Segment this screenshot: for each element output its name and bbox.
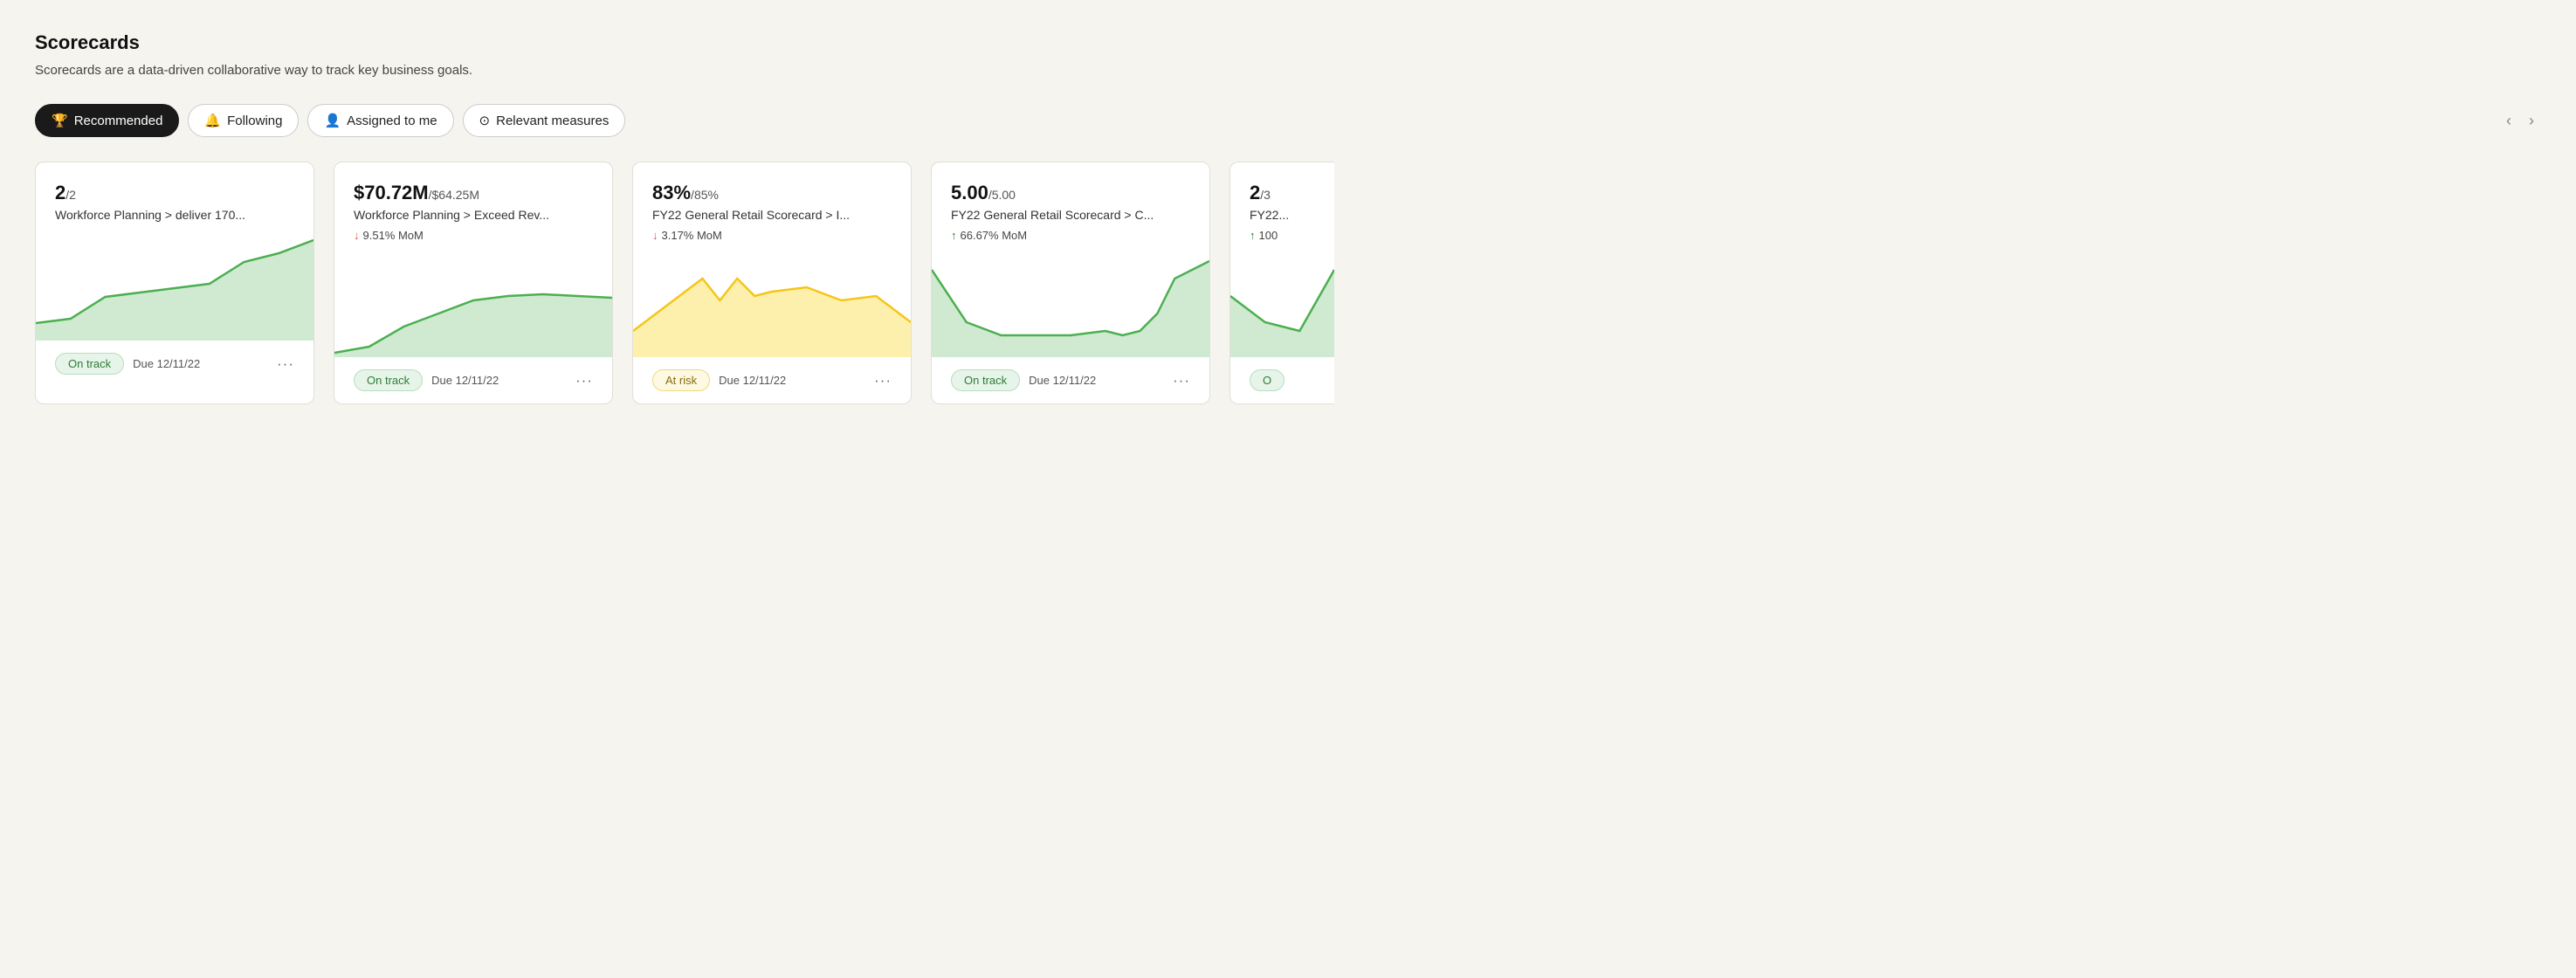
card-header-4: 5.00/5.00 [951,182,1190,204]
status-badge-5: O [1250,369,1285,391]
scorecard-card-4: 5.00/5.00 FY22 General Retail Scorecard … [931,162,1210,404]
card-value-main-5: 2 [1250,182,1260,203]
card-value-main-2: $70.72M [354,182,429,203]
tab-relevant[interactable]: ⊙ Relevant measures [463,104,626,137]
page-title: Scorecards [35,31,2541,54]
card-more-3[interactable]: ··· [874,372,892,389]
card-footer-3: At risk Due 12/11/22 ··· [652,359,892,403]
card-value-main-4: 5.00 [951,182,988,203]
card-value-main-3: 83% [652,182,691,203]
prev-button[interactable]: ‹ [2499,108,2518,134]
chart-area-2 [334,252,612,357]
status-badge-1: On track [55,353,124,375]
card-header-2: $70.72M/$64.25M [354,182,593,204]
cards-row: 2/2 Workforce Planning > deliver 170... … [35,162,2541,404]
status-badge-2: On track [354,369,423,391]
card-more-1[interactable]: ··· [277,355,294,373]
chart-area-4 [932,252,1209,357]
down-arrow-icon-3: ↓ [652,229,658,242]
down-arrow-icon-2: ↓ [354,229,360,242]
card-value-main-1: 2 [55,182,65,203]
scorecard-card-5: 2/3 FY22... ↑ 100 O [1229,162,1334,404]
card-title-2: Workforce Planning > Exceed Rev... [354,208,593,222]
scorecard-card-1: 2/2 Workforce Planning > deliver 170... … [35,162,314,404]
circle-icon: ⊙ [479,113,491,128]
card-title-3: FY22 General Retail Scorecard > I... [652,208,892,222]
card-due-1: Due 12/11/22 [133,357,200,370]
card-mom-3: ↓ 3.17% MoM [652,229,892,242]
card-more-2[interactable]: ··· [575,372,593,389]
chart-area-1 [36,236,313,341]
card-footer-2: On track Due 12/11/22 ··· [354,359,593,403]
card-value-sub-5: 3 [1264,188,1271,202]
nav-arrows: ‹ › [2499,108,2541,134]
card-value-sub-1: 2 [69,188,76,202]
status-badge-4: On track [951,369,1020,391]
next-button[interactable]: › [2522,108,2541,134]
card-due-4: Due 12/11/22 [1029,374,1096,387]
up-arrow-icon-5: ↑ [1250,229,1256,242]
page-subtitle: Scorecards are a data-driven collaborati… [35,63,2541,78]
card-value-sub-3: 85% [694,188,719,202]
card-mom-4: ↑ 66.67% MoM [951,229,1190,242]
scorecard-card-2: $70.72M/$64.25M Workforce Planning > Exc… [334,162,613,404]
card-title-4: FY22 General Retail Scorecard > C... [951,208,1190,222]
up-arrow-icon-4: ↑ [951,229,957,242]
trophy-icon: 🏆 [52,113,68,128]
scorecard-card-3: 83%/85% FY22 General Retail Scorecard > … [632,162,912,404]
tabs-row: 🏆 Recommended 🔔 Following 👤 Assigned to … [35,104,2541,137]
card-value-sub-2: $64.25M [432,188,479,202]
card-due-3: Due 12/11/22 [719,374,786,387]
tab-following[interactable]: 🔔 Following [188,104,299,137]
person-icon: 👤 [324,113,341,128]
card-title-1: Workforce Planning > deliver 170... [55,208,294,222]
card-title-5: FY22... [1250,208,1315,222]
card-value-sub-4: 5.00 [992,188,1016,202]
card-footer-4: On track Due 12/11/22 ··· [951,359,1190,403]
tab-recommended[interactable]: 🏆 Recommended [35,104,179,137]
card-header-5: 2/3 [1250,182,1315,204]
card-mom-5: ↑ 100 [1250,229,1315,242]
card-footer-1: On track Due 12/11/22 ··· [55,342,294,387]
card-more-4[interactable]: ··· [1173,372,1190,389]
tab-assigned[interactable]: 👤 Assigned to me [307,104,453,137]
card-header-1: 2/2 [55,182,294,204]
card-header-3: 83%/85% [652,182,892,204]
chart-area-3 [633,252,911,357]
card-footer-5: O [1250,359,1315,403]
bell-icon: 🔔 [204,113,221,128]
card-mom-2: ↓ 9.51% MoM [354,229,593,242]
card-due-2: Due 12/11/22 [431,374,499,387]
status-badge-3: At risk [652,369,710,391]
chart-area-5 [1230,252,1334,357]
